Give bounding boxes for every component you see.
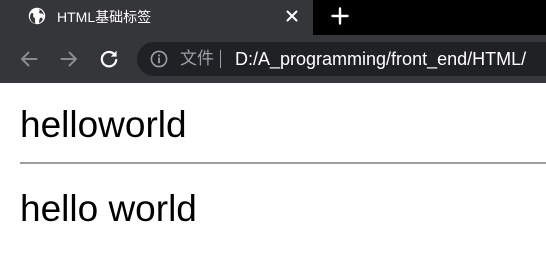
address-bar[interactable]: 文件 D:/A_programming/front_end/HTML/ <box>137 42 546 76</box>
browser-window: HTML基础标签 文件 D:/A_programming/front_end/H… <box>0 0 546 272</box>
back-arrow-icon[interactable] <box>17 47 41 71</box>
security-label[interactable]: 文件 <box>180 49 214 69</box>
active-tab[interactable]: HTML基础标签 <box>0 0 313 35</box>
new-tab-plus-icon[interactable] <box>329 5 351 27</box>
tab-title: HTML基础标签 <box>57 9 152 25</box>
forward-arrow-icon[interactable] <box>57 47 81 71</box>
info-icon[interactable] <box>150 50 168 68</box>
horizontal-rule <box>20 162 546 164</box>
page-heading-helloworld: helloworld <box>20 104 187 145</box>
browser-toolbar: 文件 D:/A_programming/front_end/HTML/ <box>0 35 546 83</box>
security-divider <box>220 50 221 68</box>
tab-close-icon[interactable] <box>283 7 301 25</box>
page-heading-hello-world: hello world <box>20 188 197 229</box>
page-viewport: helloworld hello world <box>0 83 546 272</box>
url-text[interactable]: D:/A_programming/front_end/HTML/ <box>235 49 526 69</box>
tab-strip: HTML基础标签 <box>0 0 546 35</box>
reload-icon[interactable] <box>97 47 121 71</box>
globe-icon <box>28 7 46 25</box>
